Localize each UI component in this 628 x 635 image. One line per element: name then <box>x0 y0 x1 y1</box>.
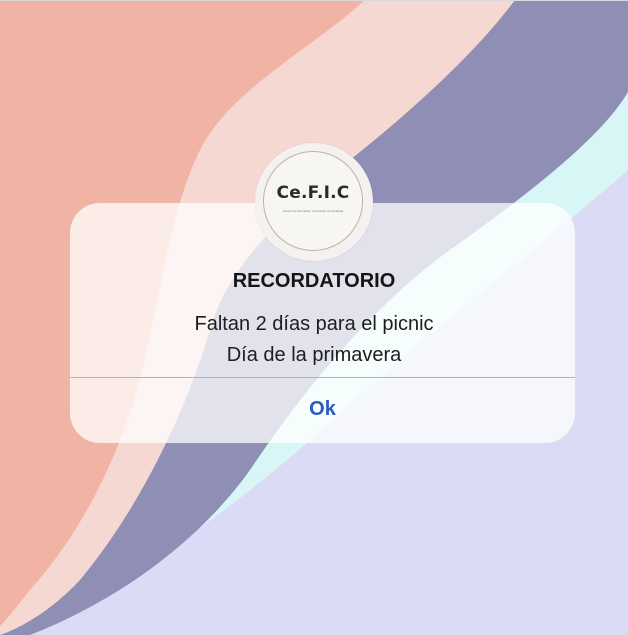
ok-button[interactable]: Ok <box>70 378 575 441</box>
logo-circle: Ce.F.I.C Centro de Formación e Inclusión… <box>263 151 363 251</box>
logo-text: Ce.F.I.C <box>276 183 350 203</box>
alert-message-line-2: Día de la primavera <box>226 344 402 366</box>
cefic-logo: Ce.F.I.C Centro de Formación e Inclusión… <box>255 143 373 261</box>
logo-subtext: Centro de Formación e Inclusión Comunita… <box>282 209 344 213</box>
alert-message-line-1: Faltan 2 días para el picnic <box>194 313 434 335</box>
alert-title: RECORDATORIO <box>232 270 396 292</box>
screen: Ce.F.I.C Centro de Formación e Inclusión… <box>0 0 628 635</box>
